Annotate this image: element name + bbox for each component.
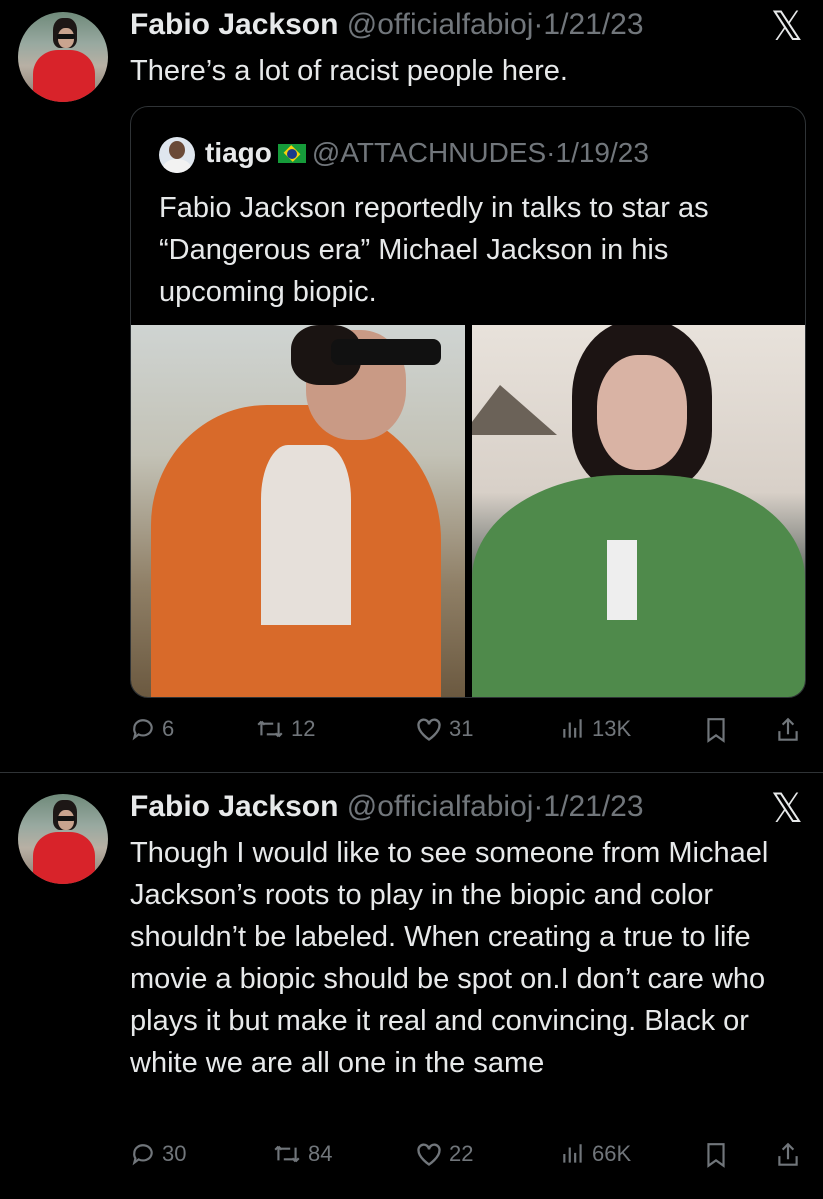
action-bar: 30 84 22 66K [130, 1141, 810, 1171]
share-button[interactable] [775, 716, 801, 744]
quoted-avatar [159, 137, 195, 173]
quoted-display-name: tiago [205, 137, 272, 168]
like-count: 22 [449, 1141, 474, 1166]
views-count: 13K [592, 716, 632, 741]
reply-icon [132, 1144, 153, 1166]
retweet-button[interactable]: 12 [255, 716, 315, 742]
quoted-text: Fabio Jackson reportedly in talks to sta… [159, 192, 709, 308]
retweet-count: 84 [308, 1141, 333, 1166]
tweet-text: Though I would like to see someone from … [130, 837, 769, 1079]
handle[interactable]: @officialfabioj [347, 8, 534, 41]
avatar[interactable] [18, 12, 108, 102]
timestamp[interactable]: 1/21/23 [543, 790, 643, 823]
views-button[interactable]: 13K [560, 716, 631, 742]
tweet-header: Fabio Jackson @officialfabioj·1/21/23 [130, 790, 644, 823]
tweet-header: Fabio Jackson @officialfabioj·1/21/23 [130, 8, 644, 41]
views-icon [563, 719, 582, 738]
quoted-tweet[interactable]: tiago @ATTACHNUDES·1/19/23 Fabio Jackson … [130, 106, 806, 698]
heart-icon [417, 1143, 441, 1166]
tweet-2[interactable]: Fabio Jackson @officialfabioj·1/21/23 𝕏 … [0, 784, 823, 1199]
reply-button[interactable]: 30 [130, 1141, 186, 1167]
reply-button[interactable]: 6 [130, 716, 174, 742]
heart-icon [417, 718, 441, 741]
like-button[interactable]: 31 [415, 716, 473, 742]
tweet-text: There’s a lot of racist people here. [130, 55, 568, 87]
retweet-icon [274, 1145, 300, 1163]
tweet-divider [0, 772, 823, 773]
display-name[interactable]: Fabio Jackson [130, 8, 338, 41]
bookmark-icon [707, 718, 725, 743]
handle[interactable]: @officialfabioj [347, 790, 534, 823]
quoted-handle: @ATTACHNUDES [311, 137, 547, 168]
brazil-flag-icon [277, 144, 306, 163]
bookmark-button[interactable] [703, 1141, 729, 1169]
bookmark-icon [707, 1143, 725, 1168]
reply-count: 30 [162, 1141, 187, 1166]
x-logo-icon: 𝕏 [770, 786, 803, 832]
tweet-1[interactable]: Fabio Jackson @officialfabioj·1/21/23 𝕏 … [0, 0, 823, 772]
quoted-photo-right[interactable] [472, 325, 805, 697]
retweet-icon [257, 720, 283, 738]
share-icon [778, 717, 798, 741]
avatar[interactable] [18, 794, 108, 884]
reply-icon [132, 719, 153, 741]
views-button[interactable]: 66K [560, 1141, 631, 1167]
quoted-timestamp: 1/19/23 [555, 137, 649, 168]
timestamp[interactable]: 1/21/23 [543, 8, 643, 41]
like-count: 31 [449, 716, 474, 741]
action-bar: 6 12 31 13K [130, 716, 810, 746]
share-icon [778, 1142, 798, 1166]
x-logo-icon: 𝕏 [770, 4, 803, 50]
quoted-photo-left[interactable] [131, 325, 465, 697]
retweet-count: 12 [291, 716, 316, 741]
quoted-header: tiago @ATTACHNUDES·1/19/23 [205, 137, 649, 168]
like-button[interactable]: 22 [415, 1141, 473, 1167]
views-count: 66K [592, 1141, 632, 1166]
bookmark-button[interactable] [703, 716, 729, 744]
display-name[interactable]: Fabio Jackson [130, 790, 338, 823]
retweet-button[interactable]: 84 [272, 1141, 332, 1167]
share-button[interactable] [775, 1141, 801, 1169]
views-icon [563, 1144, 582, 1163]
reply-count: 6 [162, 716, 175, 741]
